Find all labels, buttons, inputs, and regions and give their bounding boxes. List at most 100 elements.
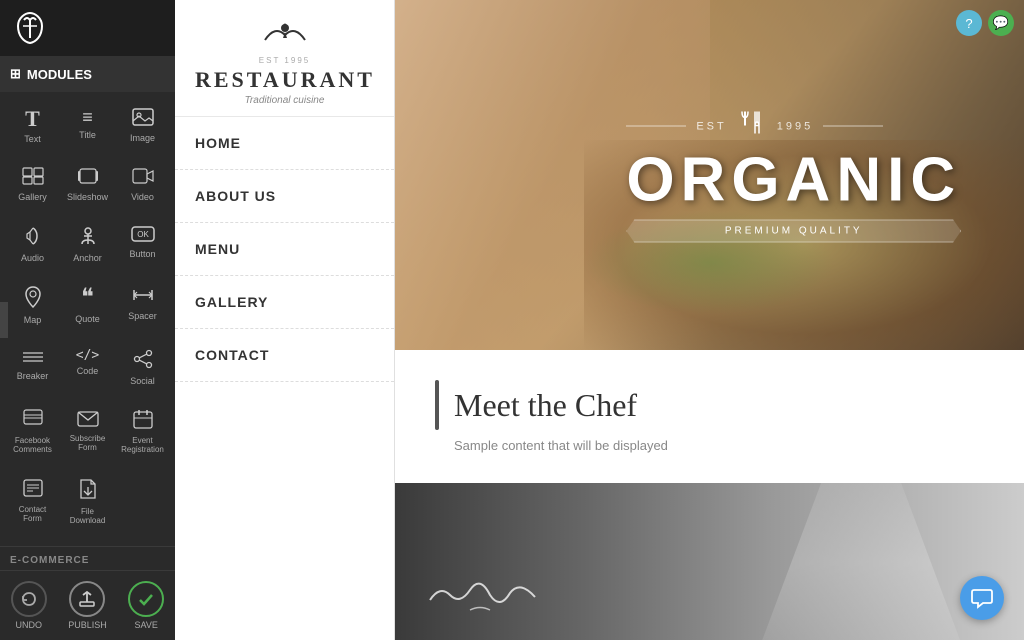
audio-module-icon: [23, 226, 43, 249]
contact-form-module-label: Contact Form: [10, 505, 55, 523]
map-module-label: Map: [24, 315, 42, 325]
hero-est-row: EST 1995: [626, 108, 961, 145]
hero-title: ORGANIC: [626, 150, 961, 212]
help-icon-btn[interactable]: ?: [956, 10, 982, 36]
module-social[interactable]: Social: [116, 341, 169, 399]
social-module-icon: [133, 349, 153, 372]
module-subscribe[interactable]: Subscribe Form: [61, 401, 114, 467]
facebook-module-label: Facebook Comments: [10, 436, 55, 454]
chef-section: Meet the Chef Sample content that will b…: [395, 350, 1024, 483]
module-audio[interactable]: Audio: [6, 218, 59, 276]
facebook-module-icon: [23, 409, 43, 432]
button-module-label: Button: [129, 249, 155, 259]
undo-button[interactable]: UNDO: [11, 581, 47, 630]
hero-overlay: EST 1995 ORGANIC PREMIUM QUALITY: [626, 108, 961, 243]
logo-subtitle: Traditional cuisine: [195, 95, 374, 106]
top-bar: [0, 0, 175, 56]
nav-item-contact[interactable]: CONTACT: [175, 329, 394, 382]
nav-panel: EST 1995 RESTAURANT Traditional cuisine …: [175, 0, 395, 640]
nav-item-home[interactable]: HOME: [175, 117, 394, 170]
module-spacer[interactable]: Spacer: [116, 278, 169, 338]
quote-module-icon: ❝: [81, 286, 94, 310]
module-code[interactable]: </> Code: [61, 341, 114, 399]
slideshow-module-label: Slideshow: [67, 192, 108, 202]
module-event[interactable]: Event Registration: [116, 401, 169, 467]
left-panel: ⊞ MODULES ‹ T Text ≡ Title Image Gallery: [0, 0, 175, 640]
modules-header: ⊞ MODULES: [0, 56, 175, 92]
module-facebook[interactable]: Facebook Comments: [6, 401, 59, 467]
save-btn-circle[interactable]: [128, 581, 164, 617]
content-area: EST 1995 ORGANIC PREMIUM QUALITY Meet th…: [395, 0, 1024, 640]
text-module-label: Text: [24, 134, 41, 144]
slideshow-module-icon: [77, 167, 99, 188]
image-module-icon: [132, 108, 154, 129]
hero-section: EST 1995 ORGANIC PREMIUM QUALITY: [395, 0, 1024, 350]
file-download-module-icon: [78, 478, 98, 503]
module-map[interactable]: Map: [6, 278, 59, 338]
subscribe-module-icon: [77, 409, 99, 430]
chat-icon-btn[interactable]: 💬: [988, 10, 1014, 36]
button-module-icon: OK: [131, 226, 155, 245]
module-slideshow[interactable]: Slideshow: [61, 159, 114, 215]
module-text[interactable]: T Text: [6, 100, 59, 157]
chef-section-title: Meet the Chef: [454, 387, 637, 424]
navigation: HOME ABOUT US MENU GALLERY CONTACT: [175, 117, 394, 640]
undo-label: UNDO: [15, 620, 42, 630]
module-button[interactable]: OK Button: [116, 218, 169, 276]
module-file-download[interactable]: File Download: [61, 470, 114, 538]
publish-btn-circle[interactable]: [69, 581, 105, 617]
module-video[interactable]: Video: [116, 159, 169, 215]
module-anchor[interactable]: Anchor: [61, 218, 114, 276]
chat-fab-button[interactable]: [960, 576, 1004, 620]
title-module-label: Title: [79, 130, 96, 140]
collapse-panel-button[interactable]: ‹: [0, 302, 8, 338]
module-contact-form[interactable]: Contact Form: [6, 470, 59, 538]
hero-utensils-icon: [737, 108, 767, 145]
undo-btn-circle[interactable]: [11, 581, 47, 617]
grid-icon: ⊞: [10, 66, 21, 82]
modules-grid: T Text ≡ Title Image Gallery Slides: [0, 92, 175, 546]
chef-section-subtitle: Sample content that will be displayed: [454, 438, 984, 453]
ecommerce-section-label: E-COMMERCE: [0, 546, 175, 570]
event-module-label: Event Registration: [120, 436, 165, 454]
audio-module-label: Audio: [21, 253, 44, 263]
image-module-label: Image: [130, 133, 155, 143]
logo-bird-decoration: [195, 20, 374, 56]
hero-year-label: 1995: [777, 120, 813, 132]
video-module-icon: [132, 167, 154, 188]
chef-accent-bar: [435, 380, 439, 430]
breaker-module-label: Breaker: [17, 371, 49, 381]
app-logo: [10, 8, 50, 48]
hero-badge: PREMIUM QUALITY: [626, 220, 961, 243]
event-module-icon: [133, 409, 153, 432]
contact-form-module-icon: [23, 478, 43, 501]
text-module-icon: T: [25, 108, 40, 130]
subscribe-module-label: Subscribe Form: [65, 434, 110, 452]
nav-item-menu[interactable]: MENU: [175, 223, 394, 276]
publish-button[interactable]: PUBLISH: [68, 581, 107, 630]
breaker-module-icon: [22, 349, 44, 367]
code-module-icon: </>: [76, 349, 99, 362]
module-title[interactable]: ≡ Title: [61, 100, 114, 157]
nav-item-gallery[interactable]: GALLERY: [175, 276, 394, 329]
nav-item-about[interactable]: ABOUT US: [175, 170, 394, 223]
anchor-module-icon: [78, 226, 98, 249]
video-module-label: Video: [131, 192, 154, 202]
bottom-bar: UNDO PUBLISH SAVE: [0, 570, 175, 640]
gallery-module-label: Gallery: [18, 192, 47, 202]
save-button[interactable]: SAVE: [128, 581, 164, 630]
map-module-icon: [24, 286, 42, 311]
code-module-label: Code: [77, 366, 99, 376]
module-image[interactable]: Image: [116, 100, 169, 157]
module-gallery[interactable]: Gallery: [6, 159, 59, 215]
module-quote[interactable]: ❝ Quote: [61, 278, 114, 338]
chef-image-section: [395, 483, 1024, 640]
modules-label: MODULES: [27, 67, 92, 82]
module-breaker[interactable]: Breaker: [6, 341, 59, 399]
restaurant-logo: EST 1995 RESTAURANT Traditional cuisine: [175, 0, 394, 117]
gallery-module-icon: [22, 167, 44, 188]
save-label: SAVE: [135, 620, 158, 630]
chef-signature: [425, 565, 545, 623]
social-module-label: Social: [130, 376, 155, 386]
title-module-icon: ≡: [82, 108, 93, 126]
